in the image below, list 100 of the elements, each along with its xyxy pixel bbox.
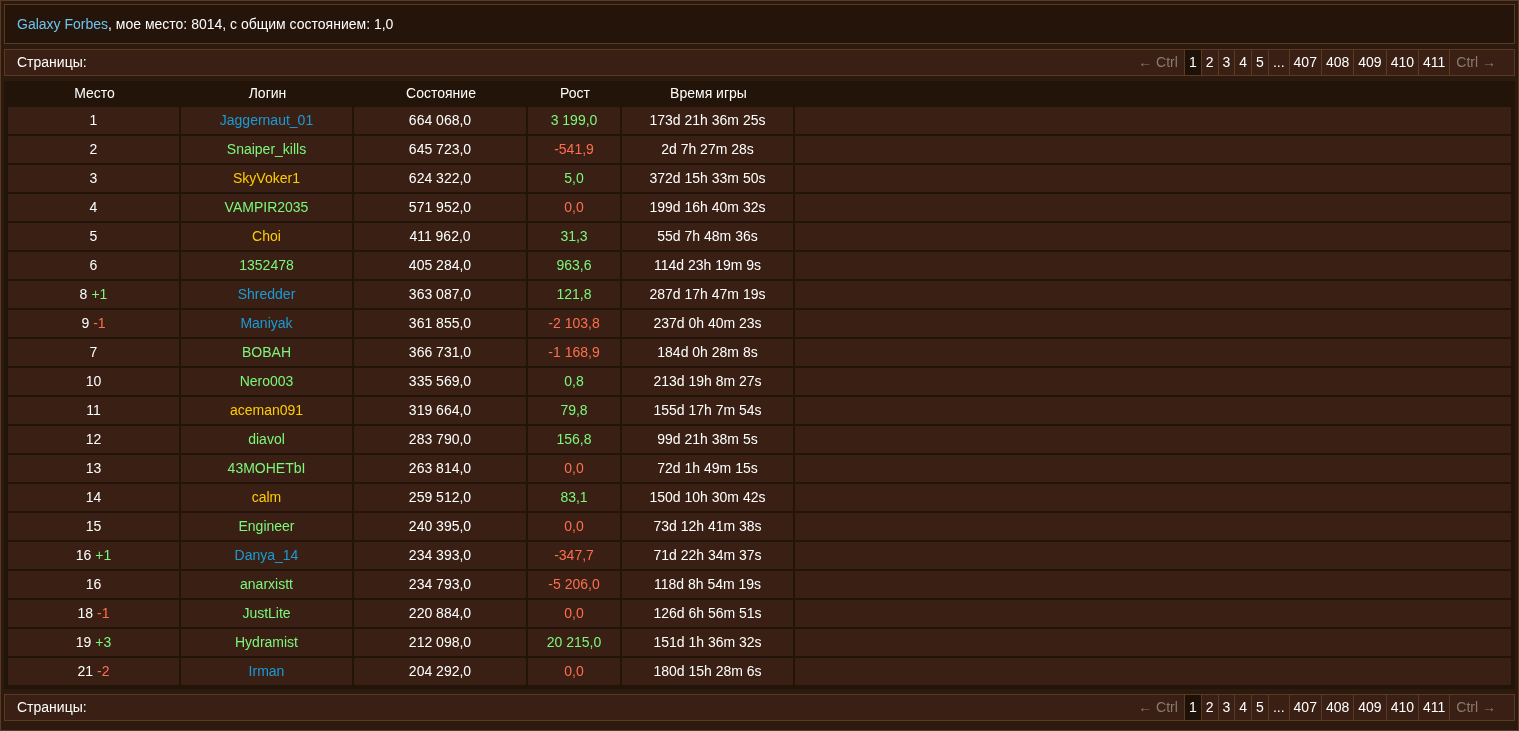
table-cell: 372d 15h 33m 50s	[622, 165, 795, 192]
table-cell: 2d 7h 27m 28s	[622, 136, 795, 163]
place-change: -1	[93, 314, 106, 333]
growth-cell: 0,0	[528, 455, 622, 482]
login-cell[interactable]: Engineer	[181, 513, 354, 540]
table-cell: 411 962,0	[354, 223, 528, 250]
table-cell: 405 284,0	[354, 252, 528, 279]
table-cell: 151d 1h 36m 32s	[622, 629, 795, 656]
place-number: 16	[75, 546, 92, 565]
growth-cell: 31,3	[528, 223, 622, 250]
table-cell: 184d 0h 28m 8s	[622, 339, 795, 366]
login-cell[interactable]: Irman	[181, 658, 354, 685]
table-cell: 319 664,0	[354, 397, 528, 424]
login-cell[interactable]: calm	[181, 484, 354, 511]
login-cell[interactable]: diavol	[181, 426, 354, 453]
table-cell: 180d 15h 28m 6s	[622, 658, 795, 685]
column-header: Рост	[559, 83, 591, 103]
login-cell[interactable]: Snaiper_kills	[181, 136, 354, 163]
place-number: 3	[89, 169, 98, 188]
growth-cell: 0,8	[528, 368, 622, 395]
next-page-link[interactable]: Ctrl →	[1449, 50, 1502, 75]
login-cell[interactable]: Shredder	[181, 281, 354, 308]
place-number: 12	[85, 430, 102, 449]
login-cell[interactable]: SkyVoker1	[181, 165, 354, 192]
growth-cell: -1 168,9	[528, 339, 622, 366]
table-cell: 118d 8h 54m 19s	[622, 571, 795, 598]
table-cell: 71d 22h 34m 37s	[622, 542, 795, 569]
growth-cell: -541,9	[528, 136, 622, 163]
header-text: Galaxy Forbes, мое место: 8014, с общим состоянием: 1,0	[17, 14, 394, 34]
page-link[interactable]: 1	[1183, 50, 1201, 75]
place-change: +1	[91, 285, 108, 304]
table-cell: 363 087,0	[354, 281, 528, 308]
table-cell: 204 292,0	[354, 658, 528, 685]
login-cell[interactable]: BOBAH	[181, 339, 354, 366]
place-number: 9	[81, 314, 90, 333]
place-change: -2	[97, 662, 110, 681]
table-cell: 237d 0h 40m 23s	[622, 310, 795, 337]
table-cell: 240 395,0	[354, 513, 528, 540]
column-header: Время игры	[669, 83, 748, 103]
place-change: +1	[95, 546, 112, 565]
login-cell[interactable]: 1352478	[181, 252, 354, 279]
place-number: 8	[79, 285, 88, 304]
table-cell: 126d 6h 56m 51s	[622, 600, 795, 627]
login-cell[interactable]: aceman091	[181, 397, 354, 424]
growth-cell: 0,0	[528, 600, 622, 627]
place-number: 10	[85, 372, 102, 391]
table-cell: 199d 16h 40m 32s	[622, 194, 795, 221]
growth-cell: 0,0	[528, 194, 622, 221]
table-cell: 571 952,0	[354, 194, 528, 221]
place-number: 6	[89, 256, 98, 275]
page-link[interactable]: 1	[1183, 695, 1201, 720]
login-cell[interactable]: Hydramist	[181, 629, 354, 656]
column-header: Место	[73, 83, 116, 103]
login-cell[interactable]: VAMPIR2035	[181, 194, 354, 221]
place-number: 7	[89, 343, 98, 362]
table-cell: 287d 17h 47m 19s	[622, 281, 795, 308]
table-cell: 234 393,0	[354, 542, 528, 569]
table-cell: 366 731,0	[354, 339, 528, 366]
growth-cell: 5,0	[528, 165, 622, 192]
table-cell: 220 884,0	[354, 600, 528, 627]
table-cell: 335 569,0	[354, 368, 528, 395]
login-cell[interactable]: Maniyak	[181, 310, 354, 337]
login-cell[interactable]: anarxistt	[181, 571, 354, 598]
next-page-link[interactable]: Ctrl →	[1449, 695, 1502, 720]
table-cell: 55d 7h 48m 36s	[622, 223, 795, 250]
column-header: Логин	[247, 83, 288, 103]
growth-cell: -2 103,8	[528, 310, 622, 337]
growth-cell: 0,0	[528, 513, 622, 540]
growth-cell: 3 199,0	[528, 107, 622, 134]
table-cell: 213d 19h 8m 27s	[622, 368, 795, 395]
pages-label: Страницы:	[17, 53, 87, 72]
login-cell[interactable]: JustLite	[181, 600, 354, 627]
prev-page-link[interactable]: ← Ctrl	[1132, 695, 1184, 720]
login-cell[interactable]: Nero003	[181, 368, 354, 395]
prev-page-link[interactable]: ← Ctrl	[1132, 50, 1184, 75]
growth-cell: -5 206,0	[528, 571, 622, 598]
growth-cell: 79,8	[528, 397, 622, 424]
table-cell: 645 723,0	[354, 136, 528, 163]
place-change: +3	[95, 633, 112, 652]
growth-cell: 20 215,0	[528, 629, 622, 656]
growth-cell: 156,8	[528, 426, 622, 453]
table-cell: 150d 10h 30m 42s	[622, 484, 795, 511]
place-number: 21	[77, 662, 94, 681]
login-cell[interactable]: Choi	[181, 223, 354, 250]
table-cell: 624 322,0	[354, 165, 528, 192]
login-cell[interactable]: Jaggernaut_01	[181, 107, 354, 134]
place-number: 4	[89, 198, 98, 217]
login-cell[interactable]: 43MOHETbI	[181, 455, 354, 482]
table-cell: 212 098,0	[354, 629, 528, 656]
table-cell: 263 814,0	[354, 455, 528, 482]
table-cell: 173d 21h 36m 25s	[622, 107, 795, 134]
table-cell: 155d 17h 7m 54s	[622, 397, 795, 424]
table-cell: 361 855,0	[354, 310, 528, 337]
growth-cell: -347,7	[528, 542, 622, 569]
table-cell: 283 790,0	[354, 426, 528, 453]
place-number: 5	[89, 227, 98, 246]
column-header: Состояние	[405, 83, 477, 103]
place-change: -1	[97, 604, 110, 623]
growth-cell: 0,0	[528, 658, 622, 685]
login-cell[interactable]: Danya_14	[181, 542, 354, 569]
